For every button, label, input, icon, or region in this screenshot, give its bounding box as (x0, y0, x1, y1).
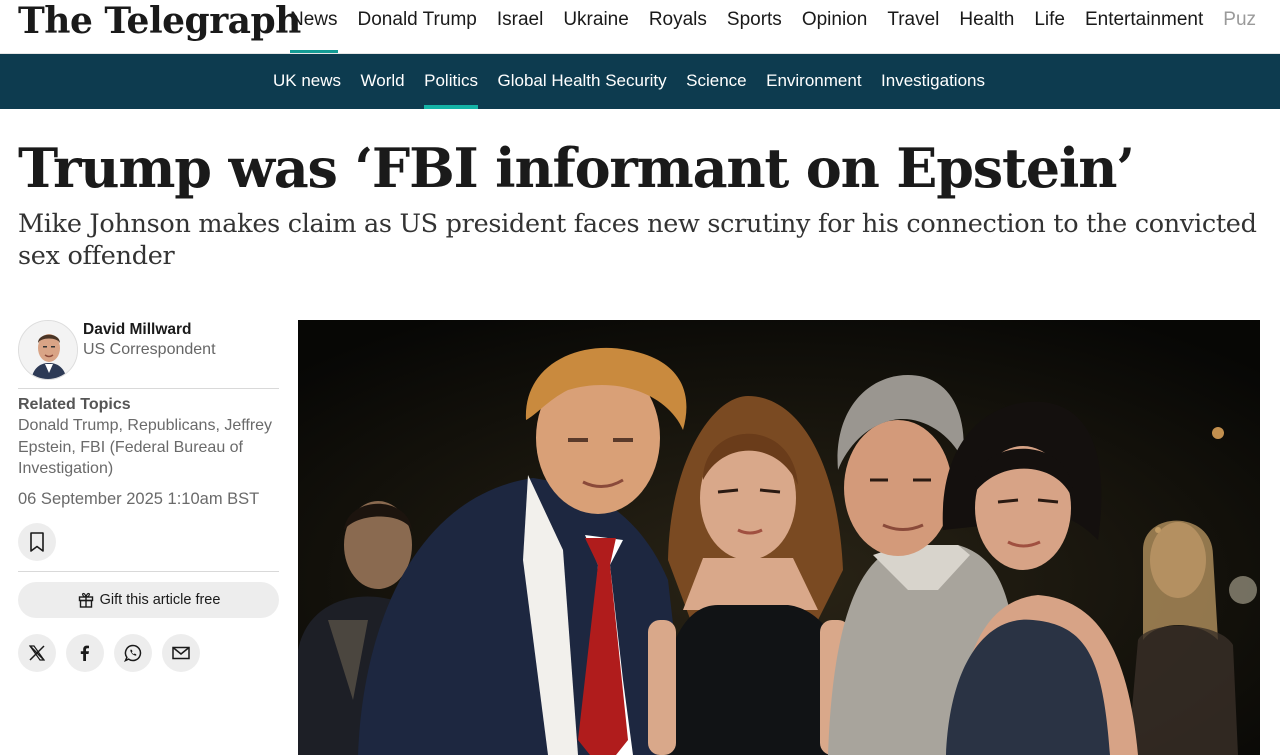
section-nav: UK news World Politics Global Health Sec… (0, 54, 1280, 109)
subnav-item-environment[interactable]: Environment (766, 54, 861, 109)
subnav-item-global-health-security[interactable]: Global Health Security (497, 54, 666, 109)
nav-item-sports[interactable]: Sports (727, 0, 782, 53)
email-icon (172, 646, 190, 659)
author-role: US Correspondent (83, 341, 216, 358)
bookmark-icon (30, 531, 44, 552)
facebook-icon (80, 645, 89, 661)
author-block: David Millward US Correspondent (18, 320, 279, 382)
nav-item-donald-trump[interactable]: Donald Trump (358, 0, 477, 53)
subnav-item-uk-news[interactable]: UK news (273, 54, 341, 109)
nav-item-israel[interactable]: Israel (497, 0, 543, 53)
publish-date: 06 September 2025 1:10am BST (18, 489, 260, 508)
whatsapp-icon (123, 644, 142, 662)
divider (18, 570, 279, 572)
telegraph-logo[interactable]: The Telegraph (18, 0, 301, 42)
nav-item-entertainment[interactable]: Entertainment (1085, 0, 1203, 53)
nav-item-puzzles[interactable]: Puz (1223, 0, 1256, 53)
related-topics-list[interactable]: Donald Trump, Republicans, Jeffrey Epste… (18, 415, 279, 480)
nav-item-news[interactable]: News (290, 0, 338, 53)
gift-label: Gift this article free (99, 591, 221, 608)
article-standfirst: Mike Johnson makes claim as US president… (18, 209, 1257, 271)
share-facebook-button[interactable] (66, 633, 104, 672)
top-bar: The Telegraph News Donald Trump Israel U… (0, 0, 1280, 54)
subnav-item-politics[interactable]: Politics (424, 54, 478, 109)
nav-item-travel[interactable]: Travel (887, 0, 939, 53)
lead-photo[interactable] (298, 320, 1260, 755)
gift-article-button[interactable]: Gift this article free (18, 581, 279, 618)
article-sidebar: David Millward US Correspondent Related … (18, 320, 279, 672)
divider (18, 388, 279, 389)
related-topics-title: Related Topics (18, 396, 131, 413)
share-email-button[interactable] (162, 633, 200, 672)
bookmark-button[interactable] (18, 522, 56, 561)
share-whatsapp-button[interactable] (114, 633, 152, 672)
nav-item-ukraine[interactable]: Ukraine (563, 0, 628, 53)
author-avatar[interactable] (18, 320, 78, 380)
subnav-item-world[interactable]: World (361, 54, 405, 109)
main-nav: News Donald Trump Israel Ukraine Royals … (290, 0, 1276, 53)
share-buttons (18, 633, 279, 672)
author-name[interactable]: David Millward (83, 320, 192, 340)
nav-item-opinion[interactable]: Opinion (802, 0, 868, 53)
subnav-item-science[interactable]: Science (686, 54, 746, 109)
article-headline: Trump was ‘FBI informant on Epstein’ (18, 136, 1135, 200)
nav-item-royals[interactable]: Royals (649, 0, 707, 53)
x-icon (28, 644, 46, 661)
share-x-button[interactable] (18, 633, 56, 672)
nav-item-life[interactable]: Life (1034, 0, 1065, 53)
gift-icon (78, 592, 93, 608)
nav-item-health[interactable]: Health (959, 0, 1014, 53)
subnav-item-investigations[interactable]: Investigations (881, 54, 985, 109)
